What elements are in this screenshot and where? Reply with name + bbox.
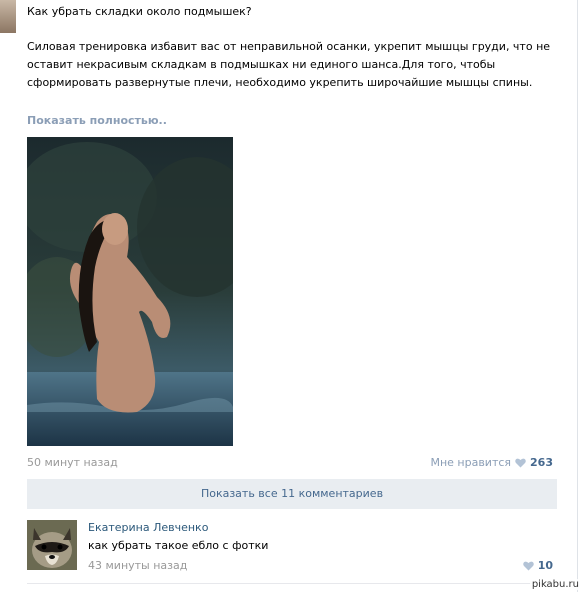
comment-text: как убрать такое ебло с фотки xyxy=(88,539,269,552)
heart-icon xyxy=(522,561,534,570)
like-label: Мне нравится xyxy=(430,456,512,469)
post-photo[interactable] xyxy=(27,137,233,446)
show-full-link[interactable]: Показать полностью.. xyxy=(27,114,167,127)
photo-image xyxy=(27,137,233,446)
post-like-button[interactable]: Мне нравится 263 xyxy=(430,456,553,469)
post-body: Силовая тренировка избавит вас от неправ… xyxy=(27,40,551,89)
like-count: 263 xyxy=(530,456,553,469)
comment-author[interactable]: Екатерина Левченко xyxy=(88,521,208,534)
comment-like-button[interactable]: 10 xyxy=(522,559,553,572)
show-all-comments-button[interactable]: Показать все 11 комментариев xyxy=(27,479,557,509)
comment-divider xyxy=(27,583,557,584)
comment-like-count: 10 xyxy=(537,559,553,572)
post-time[interactable]: 50 минут назад xyxy=(27,456,118,469)
comment-time[interactable]: 43 минуты назад xyxy=(88,559,187,572)
heart-icon xyxy=(515,458,526,467)
comment-avatar[interactable] xyxy=(27,520,77,570)
author-avatar-fragment[interactable] xyxy=(0,0,16,33)
post-title: Как убрать складки около подмышек? xyxy=(27,5,252,18)
raccoon-avatar-image xyxy=(27,520,77,570)
watermark: pikabu.ru xyxy=(529,579,581,590)
column-divider xyxy=(577,0,578,592)
